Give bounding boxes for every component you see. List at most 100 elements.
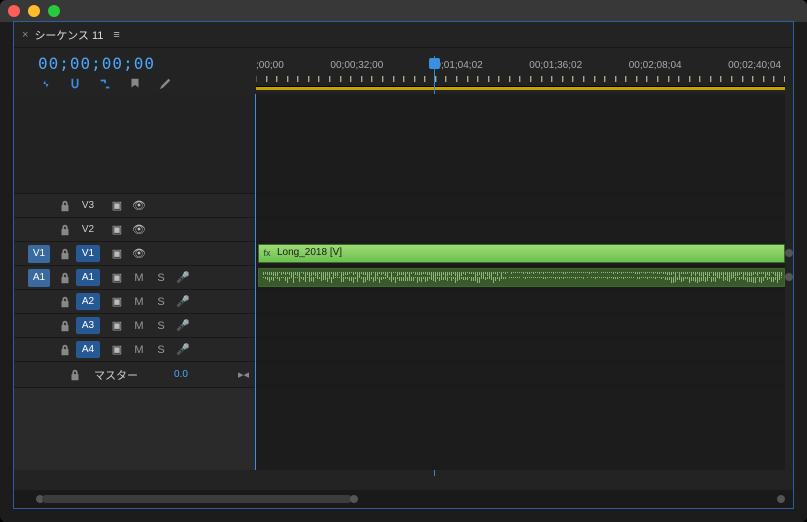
linked-selection-icon[interactable] (98, 77, 112, 91)
sync-lock-icon[interactable]: ▣ (106, 247, 128, 260)
source-patch-v3[interactable] (28, 197, 50, 215)
time-ruler[interactable]: ;00;00 00;00;32;00 00;01;04;02 00;01;36;… (256, 56, 785, 88)
waveform-icon (263, 277, 780, 283)
ruler-ticks (256, 76, 785, 86)
clip-spacer-top (256, 94, 785, 194)
snap-icon[interactable] (68, 77, 82, 91)
mac-titlebar (0, 0, 807, 22)
lock-icon[interactable] (58, 247, 76, 261)
clip-label: Long_2018 [V] (259, 245, 784, 258)
clip-lane-v1[interactable]: fx Long_2018 [V] (256, 242, 785, 266)
zoom-icon[interactable] (48, 5, 60, 17)
master-level-value[interactable]: 0.0 (174, 369, 188, 380)
work-area-bar[interactable] (256, 86, 785, 90)
zoom-handle-icon[interactable] (777, 495, 785, 503)
close-sequence-icon[interactable]: × (22, 29, 28, 41)
track-target-v2[interactable]: V2 (76, 221, 100, 238)
clip-area: fx Long_2018 [V] (256, 94, 785, 470)
solo-button[interactable]: S (150, 296, 172, 308)
voice-record-icon[interactable]: 🎤 (172, 271, 194, 284)
track-target-v3[interactable]: V3 (76, 197, 100, 214)
sequence-tab-label[interactable]: シーケンス 11 (34, 27, 103, 43)
clip-lane-a3[interactable] (256, 314, 785, 338)
markers-icon[interactable] (128, 77, 142, 91)
lock-icon[interactable] (58, 271, 76, 285)
track-header-area: V3 ▣ 👁 V2 ▣ 👁 V1 V1 ▣ (14, 94, 256, 470)
timeline-body: V3 ▣ 👁 V2 ▣ 👁 V1 V1 ▣ (14, 94, 793, 470)
voice-record-icon[interactable]: 🎤 (172, 343, 194, 356)
track-target-v1[interactable]: V1 (76, 245, 100, 262)
zoom-nav-dot[interactable] (785, 249, 793, 257)
track-header-a2[interactable]: A2 ▣ M S 🎤 (14, 290, 255, 314)
solo-button[interactable]: S (150, 344, 172, 356)
source-patch-a2[interactable] (28, 293, 50, 311)
mute-button[interactable]: M (128, 296, 150, 308)
video-clip[interactable]: fx Long_2018 [V] (258, 244, 785, 263)
sequence-tab-bar: × シーケンス 11 ≡ (14, 22, 793, 48)
lock-icon[interactable] (58, 343, 76, 357)
track-target-a1[interactable]: A1 (76, 269, 100, 286)
toggle-output-icon[interactable]: 👁 (128, 247, 150, 260)
panel-menu-icon[interactable]: ≡ (113, 29, 119, 41)
mute-button[interactable]: M (128, 344, 150, 356)
track-header-a3[interactable]: A3 ▣ M S 🎤 (14, 314, 255, 338)
track-header-v2[interactable]: V2 ▣ 👁 (14, 218, 255, 242)
clip-lane-a2[interactable] (256, 290, 785, 314)
source-patch-v2[interactable] (28, 221, 50, 239)
clip-lane-v2[interactable] (256, 218, 785, 242)
track-header-a1[interactable]: A1 A1 ▣ M S 🎤 (14, 266, 255, 290)
sync-lock-icon[interactable]: ▣ (106, 343, 128, 356)
track-target-a4[interactable]: A4 (76, 341, 100, 358)
zoom-nav-dot[interactable] (785, 273, 793, 281)
lock-icon[interactable] (58, 223, 76, 237)
clip-lane-v3[interactable] (256, 194, 785, 218)
solo-button[interactable]: S (150, 272, 172, 284)
close-icon[interactable] (8, 5, 20, 17)
voice-record-icon[interactable]: 🎤 (172, 295, 194, 308)
audio-clip[interactable] (258, 268, 785, 287)
source-patch-v1[interactable]: V1 (28, 245, 50, 263)
playhead-timecode[interactable]: 00;00;00;00 (38, 54, 155, 73)
track-target-a2[interactable]: A2 (76, 293, 100, 310)
toggle-output-icon[interactable]: 👁 (128, 223, 150, 236)
insert-overwrite-icon[interactable] (38, 77, 52, 91)
ruler-labels: ;00;00 00;00;32;00 00;01;04;02 00;01;36;… (256, 60, 785, 71)
solo-button[interactable]: S (150, 320, 172, 332)
master-track-header[interactable]: マスター 0.0 ▸◂ (14, 362, 255, 388)
voice-record-icon[interactable]: 🎤 (172, 319, 194, 332)
source-patch-a4[interactable] (28, 341, 50, 359)
clip-lane-master[interactable] (256, 362, 785, 386)
zoom-scrollbar[interactable] (42, 495, 352, 503)
sync-lock-icon[interactable]: ▣ (106, 223, 128, 236)
minimize-icon[interactable] (28, 5, 40, 17)
timeline-zoom-bar (14, 490, 793, 508)
clip-lane-a1[interactable] (256, 266, 785, 290)
toggle-output-icon[interactable]: 👁 (128, 199, 150, 212)
source-patch-a3[interactable] (28, 317, 50, 335)
clip-lane-a4[interactable] (256, 338, 785, 362)
lock-icon[interactable] (58, 199, 76, 213)
zoom-handle-icon[interactable] (350, 495, 358, 503)
source-patch-a1[interactable]: A1 (28, 269, 50, 287)
track-spacer-top (14, 94, 255, 194)
timeline-panel: × シーケンス 11 ≡ 00;00;00;00 ;00;00 00;00;32… (14, 22, 793, 508)
track-header-a4[interactable]: A4 ▣ M S 🎤 (14, 338, 255, 362)
timeline-window: × シーケンス 11 ≡ 00;00;00;00 ;00;00 00;00;32… (0, 0, 807, 522)
lock-icon[interactable] (58, 295, 76, 309)
lock-icon[interactable] (58, 319, 76, 333)
output-assign-icon[interactable]: ▸◂ (238, 368, 249, 381)
clip-fx-icon: fx (261, 247, 273, 259)
timeline-tools (38, 77, 172, 91)
track-target-a3[interactable]: A3 (76, 317, 100, 334)
lock-icon[interactable] (68, 368, 86, 382)
sync-lock-icon[interactable]: ▣ (106, 295, 128, 308)
track-header-v1[interactable]: V1 V1 ▣ 👁 (14, 242, 255, 266)
track-header-v3[interactable]: V3 ▣ 👁 (14, 194, 255, 218)
settings-icon[interactable] (158, 77, 172, 91)
sync-lock-icon[interactable]: ▣ (106, 319, 128, 332)
mute-button[interactable]: M (128, 320, 150, 332)
mute-button[interactable]: M (128, 272, 150, 284)
timeline-header: 00;00;00;00 ;00;00 00;00;32;00 00;01;04;… (14, 48, 793, 94)
sync-lock-icon[interactable]: ▣ (106, 271, 128, 284)
sync-lock-icon[interactable]: ▣ (106, 199, 128, 212)
